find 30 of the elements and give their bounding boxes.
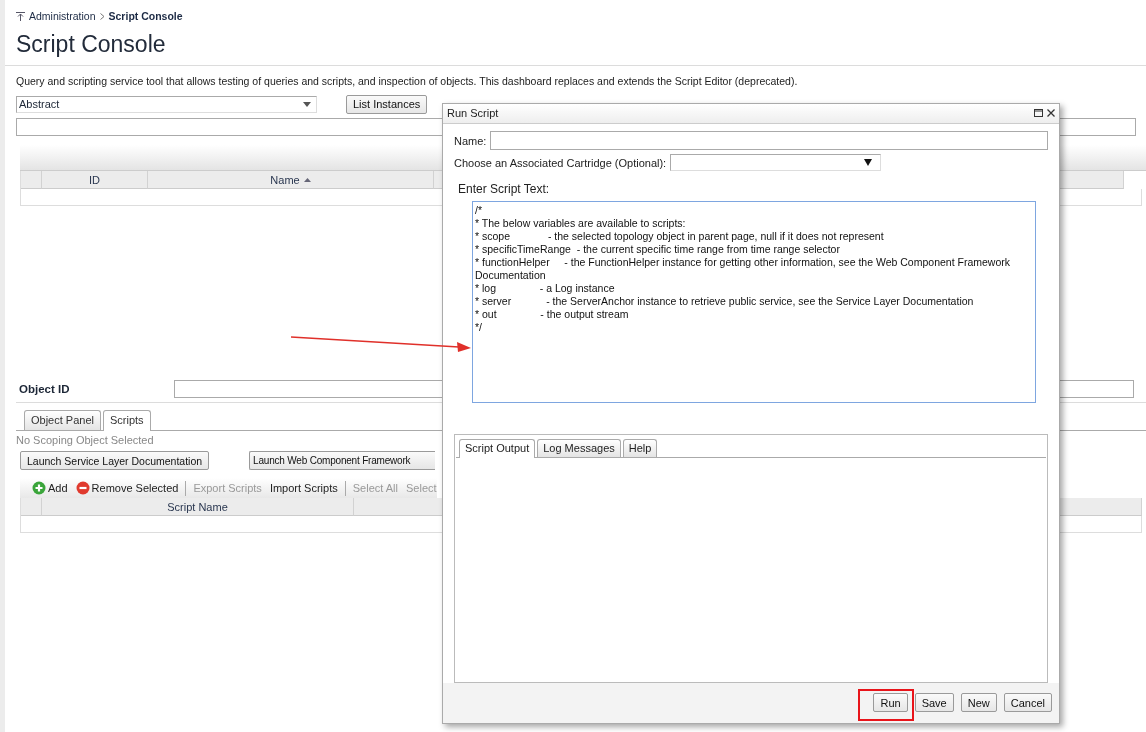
- tab[interactable]: Scripts: [103, 410, 151, 431]
- tab[interactable]: Object Panel: [24, 410, 101, 430]
- column-header[interactable]: Name: [148, 171, 434, 189]
- object-id-label: Object ID: [19, 383, 71, 395]
- script-text-editor[interactable]: /* * The below variables are available to scripts: * scope - the selected topology object in parent page, null if it does not represent * specificTimeRange - the current specific time range from time range selector * functionHelper - the FunctionHelper instance for getting other information, see the Web Component Framework Documentation * log - a Log instance * server - the ServerAnchor instance to retrieve public service, see the Service Layer Documentation * out - the output stream */: [472, 200, 1036, 403]
- breadcrumb-current: Script Console: [108, 10, 183, 22]
- list-instances-button[interactable]: List Instances: [346, 94, 428, 114]
- page-title: Script Console: [16, 31, 167, 59]
- remove-button[interactable]: Remove Selected: [71, 481, 183, 495]
- type-dropdown[interactable]: Abstract: [16, 95, 317, 113]
- column-header[interactable]: Script Name: [42, 498, 354, 516]
- tab[interactable]: Help: [622, 438, 658, 457]
- scope-status-text: No Scoping Object Selected: [16, 434, 155, 447]
- launch-documentation-button[interactable]: Launch Web Component Framework: [249, 451, 436, 470]
- toolbar-button[interactable]: Import Scripts: [265, 482, 342, 494]
- launch-documentation-button[interactable]: Launch Service Layer Documentation: [20, 451, 210, 470]
- dialog-button[interactable]: Run: [873, 693, 908, 713]
- dialog-button[interactable]: New: [960, 693, 997, 713]
- tab[interactable]: Script Output: [459, 438, 536, 458]
- name-label: Name:: [454, 134, 487, 147]
- cartridge-label: Choose an Associated Cartridge (Optional):: [454, 156, 667, 169]
- column-header[interactable]: ID: [42, 171, 148, 189]
- tab[interactable]: Log Messages: [537, 438, 621, 457]
- breadcrumb-link[interactable]: Administration: [29, 10, 96, 22]
- page-description: Query and scripting service tool that allows testing of queries and scripts, and inspection of objects. This dashboard replaces and extends the Script Editor (deprecated).: [16, 75, 799, 88]
- add-button[interactable]: Add: [28, 481, 72, 495]
- dialog-title: Run Script: [447, 107, 499, 120]
- script-text-label: Enter Script Text:: [458, 181, 551, 196]
- dialog-button[interactable]: Cancel: [1003, 693, 1052, 713]
- dialog-button[interactable]: Save: [914, 693, 954, 713]
